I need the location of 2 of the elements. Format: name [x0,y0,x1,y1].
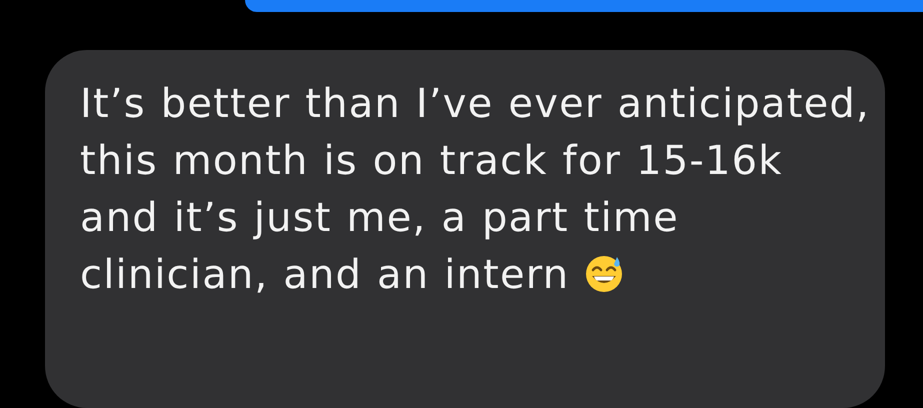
message-text: It’s better than I’ve ever anticipated, this month is on track for 15-16k and it’s just me, a part time clinician, and an intern [80,80,870,300]
smiling-face-icon [584,253,624,293]
